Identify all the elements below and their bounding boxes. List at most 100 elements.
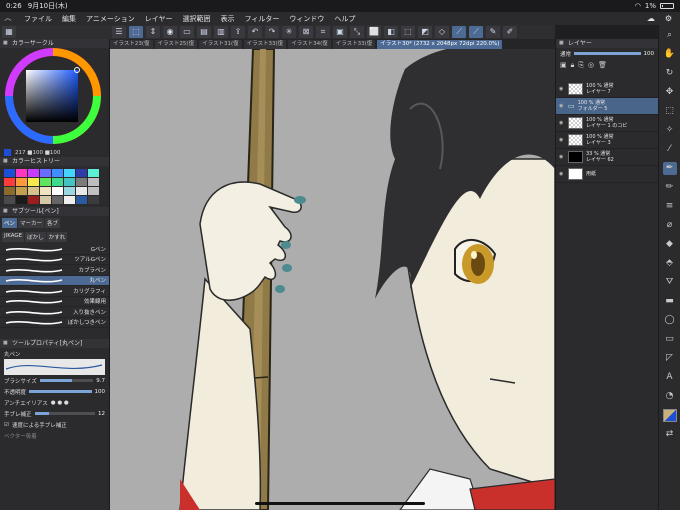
balloon-icon[interactable]: ◔ bbox=[663, 390, 677, 403]
clear-icon[interactable]: ⊠ bbox=[299, 26, 313, 38]
swatch[interactable] bbox=[52, 169, 63, 177]
swatch[interactable] bbox=[40, 196, 51, 204]
zoom-icon[interactable]: ⌕ bbox=[663, 29, 677, 42]
select-mode-icon[interactable]: ⬚ bbox=[129, 26, 143, 38]
subtool-tab[interactable]: ぼかし bbox=[25, 232, 46, 242]
layer-row-selected[interactable]: ◉ ▭ 100 % 通常 フォルダー 5 bbox=[556, 98, 658, 115]
swatch[interactable] bbox=[4, 169, 15, 177]
ruler-pen-icon[interactable]: ⟋ bbox=[452, 26, 466, 38]
doc-tab[interactable]: イラスト34(復 bbox=[288, 39, 331, 49]
mask-icon[interactable]: ◩ bbox=[418, 26, 432, 38]
rotate-icon[interactable]: ↻ bbox=[663, 67, 677, 80]
doc-tab[interactable]: イラスト33(復 bbox=[332, 39, 376, 49]
new-layer-icon[interactable]: ▣ bbox=[560, 61, 567, 79]
doc-tab-active[interactable]: イラスト30* (2732 x 2048px 72dpi 220.0%) bbox=[377, 39, 503, 49]
visibility-eye-icon[interactable]: ◉ bbox=[559, 137, 565, 143]
main-color-chip[interactable] bbox=[4, 149, 11, 156]
swatch[interactable] bbox=[28, 178, 39, 186]
swatch[interactable] bbox=[40, 169, 51, 177]
doc-tab[interactable]: イラスト31(復 bbox=[199, 39, 242, 49]
transform-icon[interactable]: ⤡ bbox=[350, 26, 364, 38]
hand-icon[interactable]: ✋ bbox=[663, 48, 677, 61]
brush-item[interactable]: カブラペン bbox=[0, 265, 109, 276]
deselect-icon[interactable]: ⬜ bbox=[367, 26, 381, 38]
swatch[interactable] bbox=[88, 196, 99, 204]
swatch[interactable] bbox=[76, 178, 87, 186]
menu-window[interactable]: ウィンドウ bbox=[289, 14, 324, 24]
color-wheel-area[interactable] bbox=[0, 48, 109, 148]
doc-tab[interactable]: イラスト33(復 bbox=[243, 39, 287, 49]
brush-item[interactable]: ぼかしつきペン bbox=[0, 318, 109, 328]
pencil-icon[interactable]: ✏ bbox=[663, 181, 677, 194]
blend-icon[interactable]: ⬘ bbox=[663, 257, 677, 270]
color-circle-header[interactable]: カラーサークル bbox=[0, 39, 109, 48]
swatch[interactable] bbox=[88, 178, 99, 186]
doc-tab[interactable]: イラスト23(復 bbox=[110, 39, 153, 49]
swatch[interactable] bbox=[76, 169, 87, 177]
eraser-icon[interactable]: ◆ bbox=[663, 238, 677, 251]
speed-checkbox-icon[interactable]: ☑ bbox=[4, 422, 9, 428]
opacity-slider[interactable] bbox=[29, 390, 92, 393]
antialias-options-icon[interactable]: ● ● ● bbox=[51, 400, 69, 406]
menu-view[interactable]: 表示 bbox=[221, 14, 235, 24]
pen-pressure-icon[interactable]: ✎ bbox=[486, 26, 500, 38]
swatch[interactable] bbox=[52, 187, 63, 195]
menu-filter[interactable]: フィルター bbox=[245, 14, 280, 24]
lock-icon[interactable]: 🔒︎ bbox=[571, 61, 575, 79]
text-icon[interactable]: A bbox=[663, 371, 677, 384]
layer-row[interactable]: ◉ 100 % 通常 レイヤー 3 bbox=[556, 132, 658, 149]
layer-row[interactable]: ◉ 100 % 通常 レイヤー 1 のコピ bbox=[556, 115, 658, 132]
swatch[interactable] bbox=[16, 187, 27, 195]
menu-help[interactable]: ヘルプ bbox=[334, 14, 355, 24]
save-icon[interactable]: ▥ bbox=[214, 26, 228, 38]
invert-icon[interactable]: ◧ bbox=[384, 26, 398, 38]
layer-row[interactable]: ◉ 33 % 通常 レイヤー 62 bbox=[556, 149, 658, 166]
subtool-tab[interactable]: 各ブ bbox=[45, 218, 61, 228]
select-all-icon[interactable]: ⬚ bbox=[401, 26, 415, 38]
stabilize-slider[interactable] bbox=[34, 412, 95, 415]
swatch[interactable] bbox=[16, 178, 27, 186]
swatch[interactable] bbox=[4, 187, 15, 195]
stabilize-value[interactable]: 12 bbox=[98, 411, 105, 417]
crop-icon[interactable]: ⌗ bbox=[316, 26, 330, 38]
swatch[interactable] bbox=[88, 187, 99, 195]
menu-layer[interactable]: レイヤー bbox=[145, 14, 173, 24]
fill-bucket-icon[interactable]: ⛛ bbox=[663, 276, 677, 289]
blend-mode-select[interactable]: 通常 bbox=[560, 50, 571, 58]
swatch[interactable] bbox=[4, 196, 15, 204]
swatch[interactable] bbox=[40, 187, 51, 195]
subtool-tab[interactable]: マーカー bbox=[18, 218, 45, 228]
snap-icon[interactable]: ⟋ bbox=[469, 26, 483, 38]
subtool-header[interactable]: サブツール[ペン] bbox=[0, 207, 109, 216]
menu-file[interactable]: ファイル bbox=[24, 14, 52, 24]
move-icon[interactable]: ✥ bbox=[663, 86, 677, 99]
spinner-icon[interactable]: ✳ bbox=[282, 26, 296, 38]
swatch[interactable] bbox=[40, 178, 51, 186]
delete-layer-icon[interactable]: 🗑︎ bbox=[598, 61, 607, 79]
clip-icon[interactable]: ⎘ bbox=[578, 61, 584, 79]
gradient-icon[interactable]: ▬ bbox=[663, 295, 677, 308]
compose-icon[interactable]: ✐ bbox=[503, 26, 517, 38]
brush-size-value[interactable]: 9.7 bbox=[96, 378, 105, 384]
color-swatch-icon[interactable] bbox=[662, 409, 677, 422]
swatch[interactable] bbox=[52, 196, 63, 204]
swatch[interactable] bbox=[76, 196, 87, 204]
app-logo-icon[interactable]: ෴ bbox=[4, 14, 14, 23]
swatch[interactable] bbox=[16, 169, 27, 177]
subtool-tab[interactable]: ペン bbox=[2, 218, 18, 228]
visibility-eye-icon[interactable]: ◉ bbox=[559, 120, 565, 126]
visibility-eye-icon[interactable]: ◉ bbox=[559, 86, 565, 92]
swatch[interactable] bbox=[28, 196, 39, 204]
menu-selection[interactable]: 選択範囲 bbox=[183, 14, 211, 24]
menu-list-icon[interactable]: ☰ bbox=[112, 26, 126, 38]
menu-animation[interactable]: アニメーション bbox=[86, 14, 135, 24]
swatch[interactable] bbox=[28, 187, 39, 195]
logo-icon[interactable]: ◉ bbox=[163, 26, 177, 38]
brush-item[interactable]: 入り抜きペン bbox=[0, 307, 109, 318]
opacity-value[interactable]: 100 bbox=[95, 389, 106, 395]
subtool-tab[interactable]: かすれ bbox=[46, 232, 68, 242]
brush-item-selected[interactable]: 丸ペン bbox=[0, 275, 109, 286]
visibility-eye-icon[interactable]: ◉ bbox=[559, 171, 565, 177]
color-history-header[interactable]: カラーヒストリー bbox=[0, 157, 109, 166]
layer-opacity-value[interactable]: 100 bbox=[644, 51, 655, 57]
